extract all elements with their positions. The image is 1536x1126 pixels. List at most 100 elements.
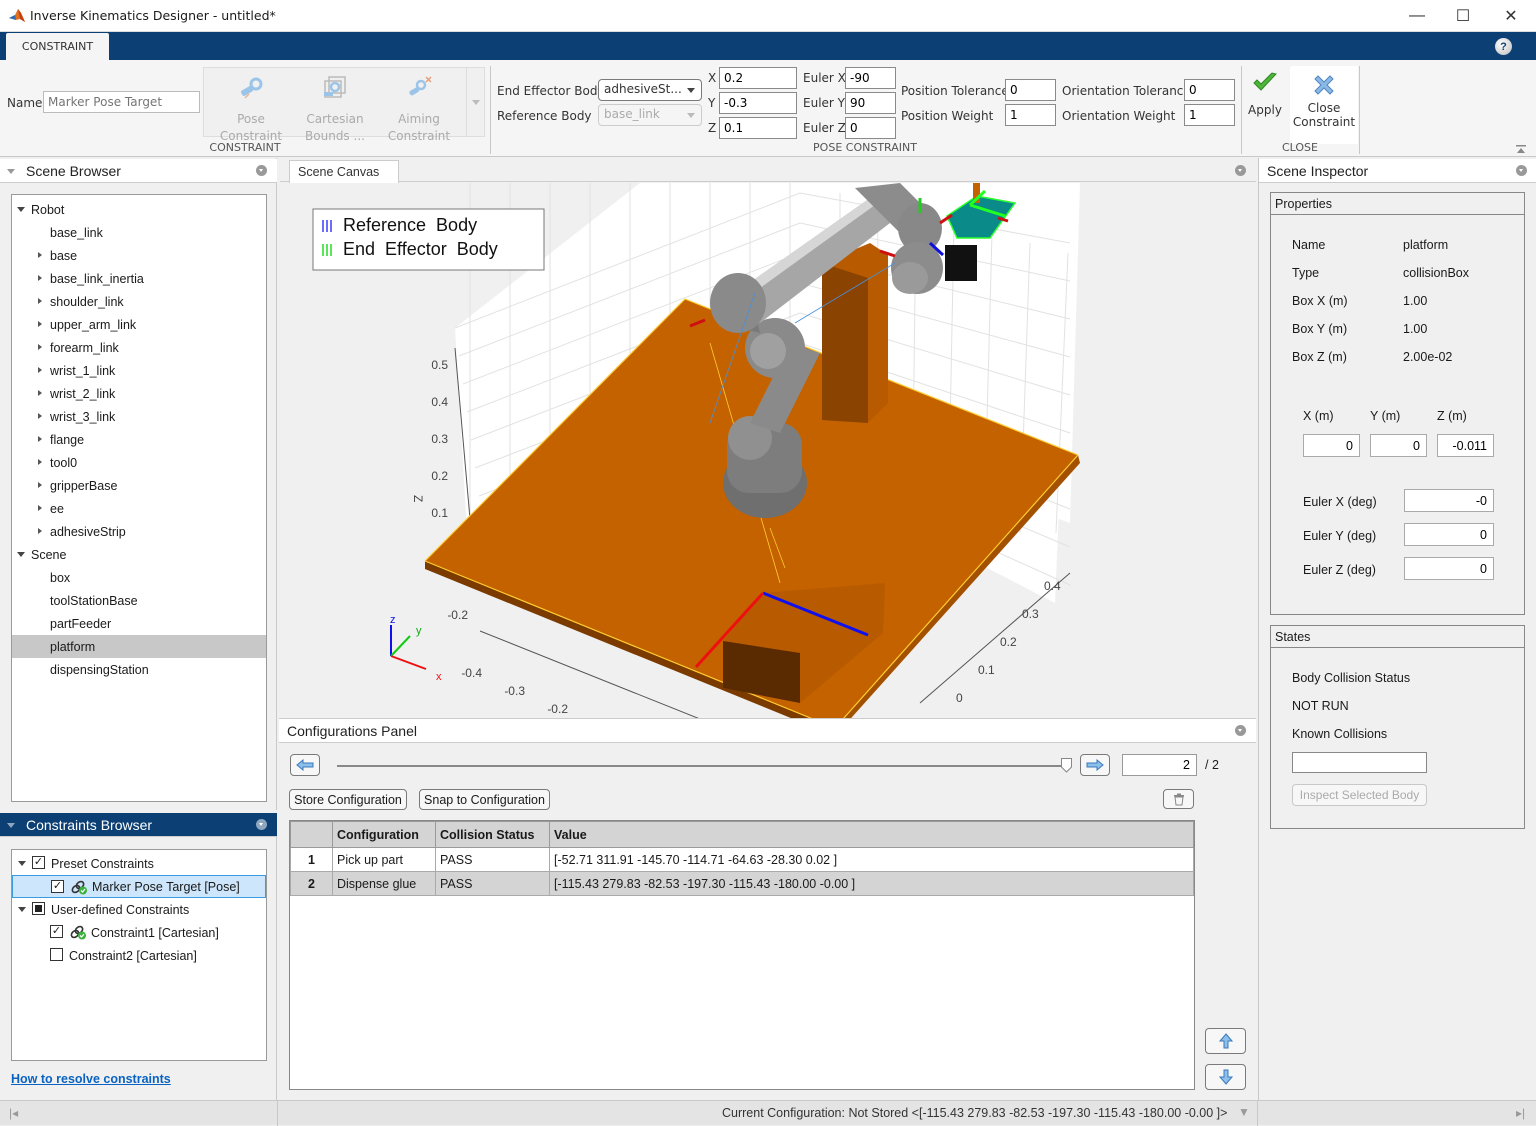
maximize-button[interactable]: ☐ — [1440, 0, 1486, 32]
scene-tree-item[interactable]: Robot — [12, 198, 266, 221]
z-input[interactable] — [719, 117, 797, 139]
expand-closed-icon[interactable] — [38, 390, 42, 396]
expand-closed-icon[interactable] — [38, 367, 42, 373]
expand-closed-icon[interactable] — [38, 436, 42, 442]
close-window-button[interactable]: ✕ — [1488, 0, 1534, 32]
constraint-tree-item[interactable]: ✓ Constraint1 [Cartesian] — [12, 921, 266, 944]
scene-browser-header[interactable]: Scene Browser — [0, 159, 277, 183]
inspect-selected-body-button[interactable]: Inspect Selected Body — [1292, 784, 1427, 806]
pos-z-input[interactable] — [1437, 434, 1494, 457]
position-tolerance-input[interactable] — [1005, 79, 1056, 101]
apply-button[interactable]: Apply — [1245, 70, 1285, 130]
snap-to-configuration-button[interactable]: Snap to Configuration — [419, 789, 550, 810]
scene-tree-item[interactable]: wrist_3_link — [12, 405, 266, 428]
constraint-tree-item[interactable]: User-defined Constraints — [12, 898, 266, 921]
expand-closed-icon[interactable] — [38, 459, 42, 465]
config-slider-track[interactable] — [337, 765, 1067, 767]
constraint-tree-item[interactable]: ✓ Preset Constraints — [12, 852, 266, 875]
expand-closed-icon[interactable] — [38, 413, 42, 419]
pos-x-input[interactable] — [1303, 434, 1360, 457]
euler-y-input[interactable] — [845, 92, 896, 114]
scene-tree-item[interactable]: ee — [12, 497, 266, 520]
constraint-tree-item[interactable]: Constraint2 [Cartesian] — [12, 944, 266, 967]
scene-tree-item[interactable]: tool0 — [12, 451, 266, 474]
constraint-checkbox[interactable]: ✓ — [32, 856, 45, 869]
scene-tree-item[interactable]: dispensingStation — [12, 658, 266, 681]
orientation-tolerance-input[interactable] — [1184, 79, 1235, 101]
help-icon[interactable]: ? — [1495, 38, 1512, 55]
scene-canvas[interactable]: 0.5 0.4 0.3 0.2 0.1 0 Z -0.4 -0.3 -0.2 0.4 0.3 0.… — [280, 183, 1256, 718]
expand-closed-icon[interactable] — [38, 528, 42, 534]
panel-menu-icon[interactable] — [256, 819, 267, 830]
scene-tree-item[interactable]: forearm_link — [12, 336, 266, 359]
scene-tree-item[interactable]: partFeeder — [12, 612, 266, 635]
scene-tree-item[interactable]: base — [12, 244, 266, 267]
tab-constraint[interactable]: CONSTRAINT — [6, 33, 109, 60]
expand-closed-icon[interactable] — [38, 482, 42, 488]
x-input[interactable] — [719, 67, 797, 89]
column-header-value[interactable]: Value — [549, 821, 1194, 848]
constraints-browser-header[interactable]: Constraints Browser — [0, 813, 277, 837]
scene-tree-item[interactable]: gripperBase — [12, 474, 266, 497]
scene-tree-item[interactable]: wrist_1_link — [12, 359, 266, 382]
expand-closed-icon[interactable] — [38, 298, 42, 304]
scene-tree-item[interactable]: adhesiveStrip — [12, 520, 266, 543]
panel-menu-icon[interactable] — [1516, 165, 1527, 176]
expand-open-icon[interactable] — [18, 907, 26, 912]
scene-tree-item[interactable]: flange — [12, 428, 266, 451]
gallery-expand-button[interactable] — [466, 68, 485, 136]
y-input[interactable] — [719, 92, 797, 114]
aiming-constraint-button[interactable]: Aiming Constraint — [377, 74, 461, 145]
row-configuration-name[interactable]: Pick up part — [332, 847, 436, 872]
scene-tree-item[interactable]: platform — [12, 635, 266, 658]
expand-closed-icon[interactable] — [38, 505, 42, 511]
panel-menu-icon[interactable] — [256, 165, 267, 176]
move-down-button[interactable] — [1205, 1064, 1246, 1090]
resolve-constraints-link[interactable]: How to resolve constraints — [11, 1072, 171, 1086]
column-header-index[interactable] — [290, 821, 333, 848]
column-header-collision-status[interactable]: Collision Status — [435, 821, 550, 848]
delete-configuration-button[interactable] — [1163, 789, 1194, 809]
expand-open-icon[interactable] — [17, 207, 25, 212]
cartesian-bounds-button[interactable]: Cartesian Bounds ... — [293, 74, 377, 145]
euler-z-input[interactable] — [845, 117, 896, 139]
scene-tree-item[interactable]: upper_arm_link — [12, 313, 266, 336]
previous-config-button[interactable] — [290, 754, 320, 776]
config-slider-thumb[interactable] — [1061, 758, 1072, 773]
close-constraint-button[interactable]: Close Constraint — [1290, 66, 1358, 144]
expand-closed-icon[interactable] — [38, 344, 42, 350]
expand-closed-icon[interactable] — [38, 321, 42, 327]
config-index-input[interactable] — [1122, 754, 1197, 776]
expand-open-icon[interactable] — [17, 552, 25, 557]
expand-closed-icon[interactable] — [38, 275, 42, 281]
scene-tree-item[interactable]: base_link — [12, 221, 266, 244]
euler-y-deg-input[interactable] — [1404, 523, 1494, 546]
scene-3d-view[interactable]: 0.5 0.4 0.3 0.2 0.1 0 Z -0.4 -0.3 -0.2 0.4 0.3 0.… — [280, 183, 1256, 718]
orientation-weight-input[interactable] — [1184, 104, 1235, 126]
scene-tree-item[interactable]: toolStationBase — [12, 589, 266, 612]
euler-x-input[interactable] — [845, 67, 896, 89]
position-weight-input[interactable] — [1005, 104, 1056, 126]
collapse-toolstrip-button[interactable] — [1516, 144, 1526, 154]
status-expand-icon[interactable]: ▼ — [1238, 1105, 1250, 1119]
row-configuration-name[interactable]: Dispense glue — [332, 871, 436, 896]
known-collisions-field[interactable] — [1292, 752, 1427, 773]
scene-tree-item[interactable]: wrist_2_link — [12, 382, 266, 405]
reference-body-dropdown[interactable]: base_link — [598, 104, 702, 126]
store-configuration-button[interactable]: Store Configuration — [289, 789, 407, 810]
constraint-checkbox[interactable] — [32, 902, 45, 915]
column-header-configuration[interactable]: Configuration — [332, 821, 436, 848]
pos-y-input[interactable] — [1370, 434, 1427, 457]
collapse-right-icon[interactable]: ▸| — [1516, 1106, 1525, 1120]
collapse-left-icon[interactable]: |◂ — [9, 1106, 18, 1120]
minimize-button[interactable]: — — [1394, 0, 1440, 32]
expand-closed-icon[interactable] — [38, 252, 42, 258]
tab-scene-canvas[interactable]: Scene Canvas — [289, 160, 399, 183]
move-up-button[interactable] — [1205, 1028, 1246, 1054]
table-row[interactable]: 2 Dispense glue PASS [-115.43 279.83 -82… — [290, 871, 1194, 896]
constraint-name-input[interactable] — [43, 91, 200, 113]
table-row[interactable]: 1 Pick up part PASS [-52.71 311.91 -145.… — [290, 847, 1194, 872]
expand-open-icon[interactable] — [18, 861, 26, 866]
pose-constraint-button[interactable]: Pose Constraint — [209, 74, 293, 145]
end-effector-dropdown[interactable]: adhesiveSt... — [598, 79, 702, 101]
